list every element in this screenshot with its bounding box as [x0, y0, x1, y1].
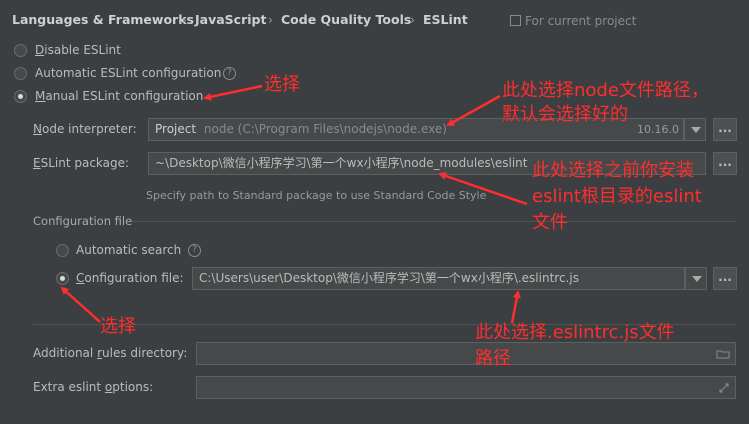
annotation-config-path: 此处选择.eslintrc.js文件 路径 [475, 322, 675, 369]
annotation-node-path: 此处选择node文件路径， 默认会选择好的 [502, 80, 709, 125]
arrow-to-config-path [510, 290, 521, 324]
arrow-to-manual-radio [203, 84, 263, 101]
annotation-select-manual: 选择 [264, 74, 300, 95]
annotation-eslint-package: 此处选择之前你安装 eslint根目录的eslint 文件 [532, 160, 702, 233]
arrow-to-node-path [446, 94, 501, 127]
arrow-to-config-radio [60, 286, 101, 323]
annotation-select-config: 选择 [100, 316, 136, 337]
arrow-to-eslint-package [438, 172, 528, 206]
